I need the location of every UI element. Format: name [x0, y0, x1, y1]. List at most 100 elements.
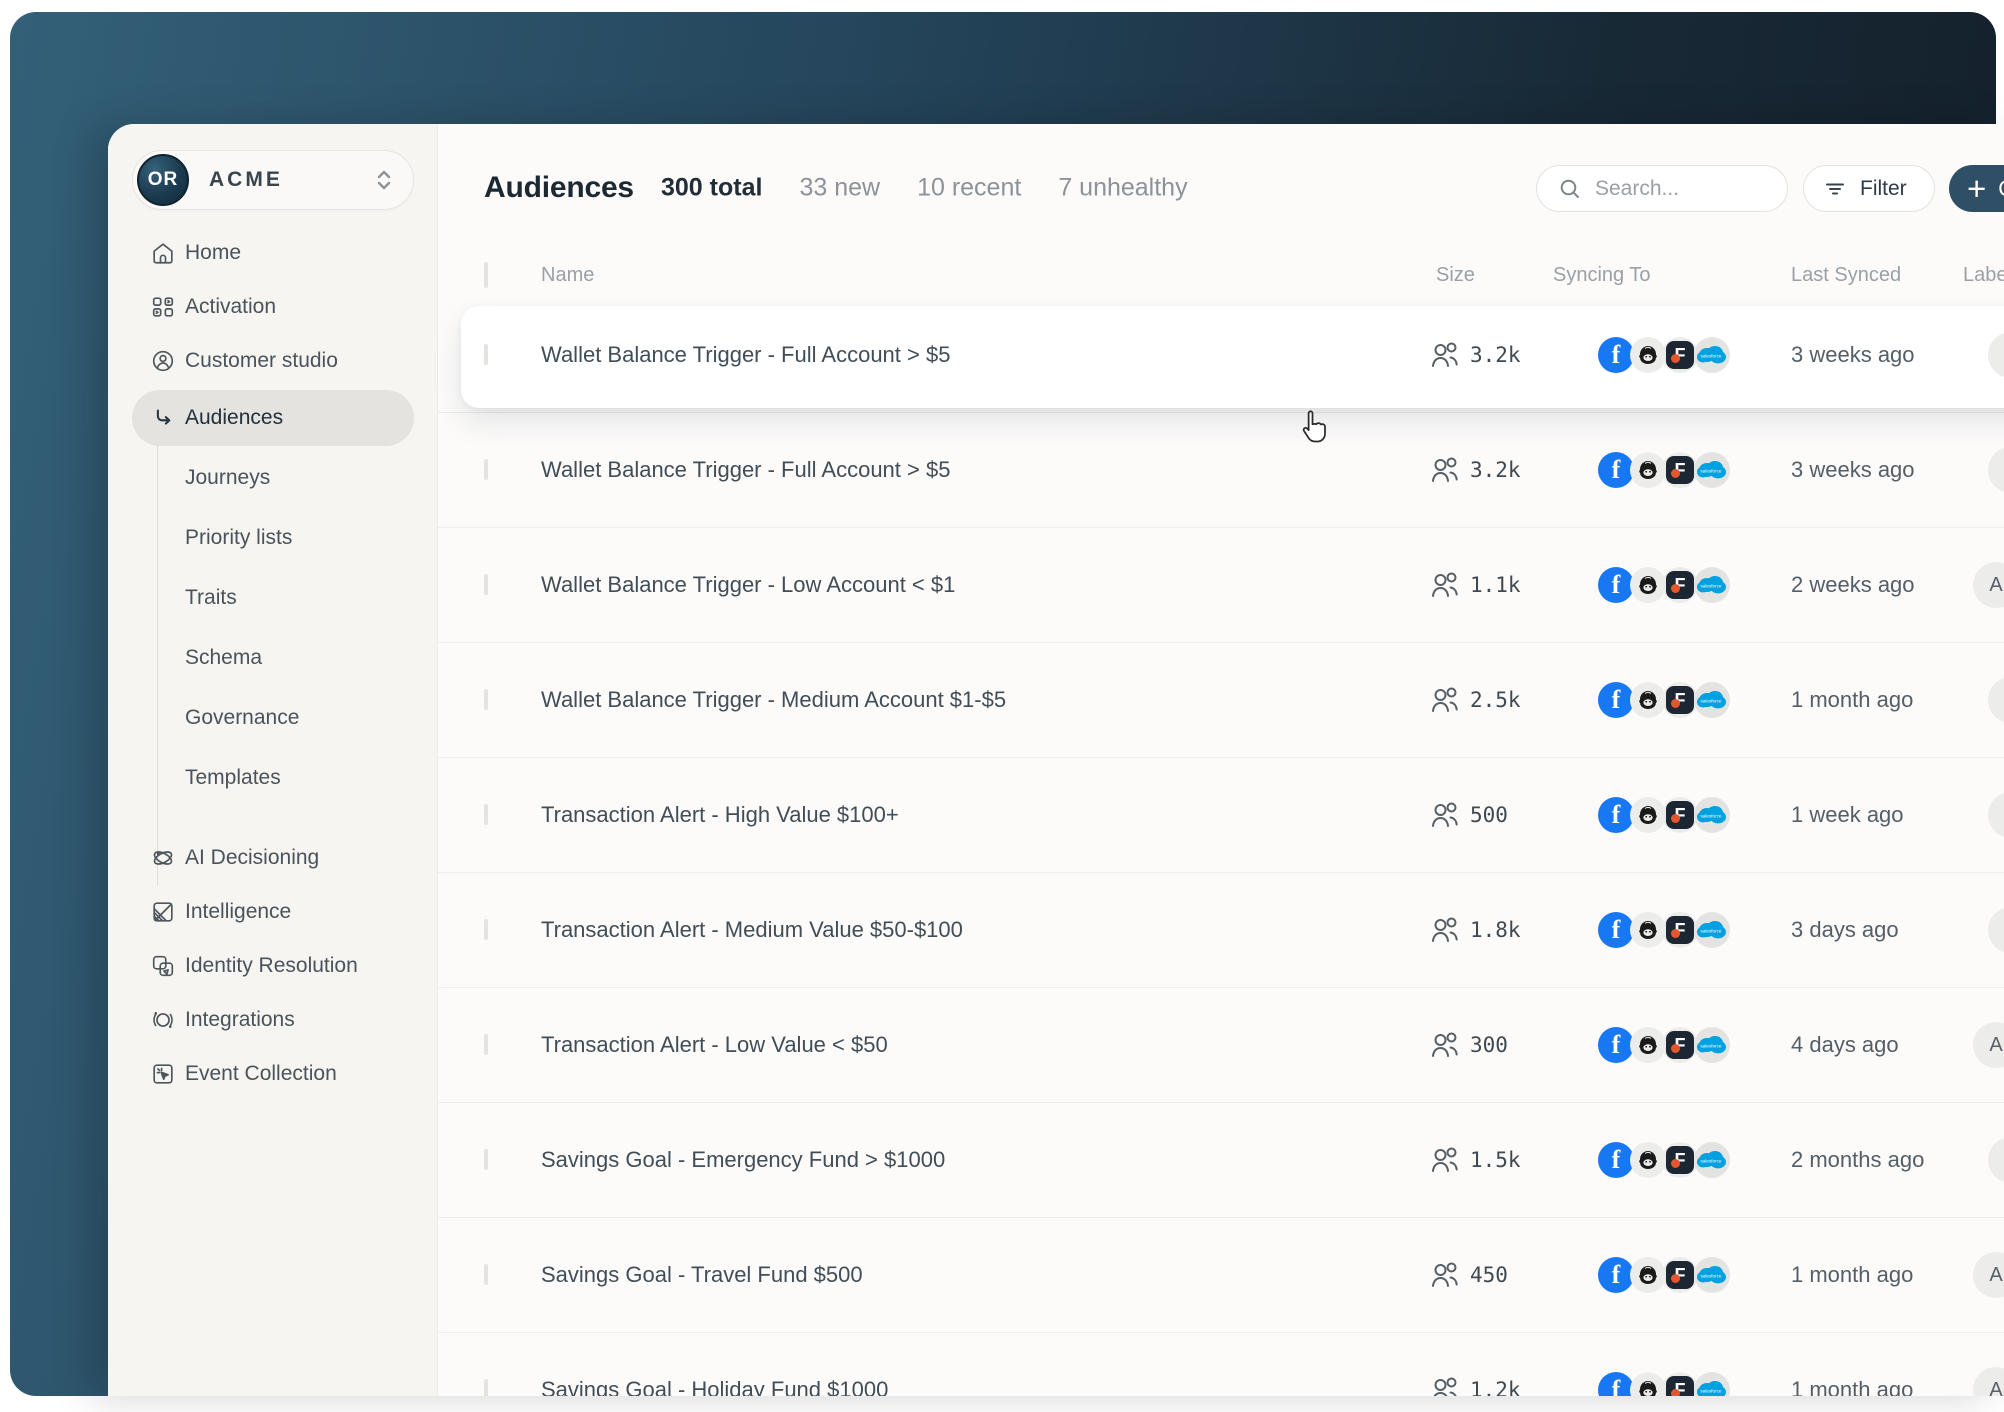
stat-total[interactable]: 300 total: [661, 174, 762, 203]
audience-name: Savings Goal - Travel Fund $500: [541, 1262, 863, 1287]
syncing-to-icons: f Fsalesforce: [1598, 1027, 1791, 1063]
row-checkbox[interactable]: [484, 574, 488, 595]
sidebar-item-label: Event Collection: [185, 1062, 337, 1085]
row-checkbox[interactable]: [484, 689, 488, 710]
sidebar-item-customer-studio[interactable]: Customer studio: [108, 334, 437, 388]
sidebar-item-traits[interactable]: Traits: [108, 568, 437, 628]
workspace-initials: OR: [147, 169, 179, 190]
last-synced: 3 days ago: [1791, 917, 1899, 942]
row-checkbox[interactable]: [484, 1034, 488, 1055]
table-row[interactable]: Savings Goal - Holiday Fund $1000 1.2k f…: [438, 1333, 2004, 1396]
last-synced: 1 month ago: [1791, 1262, 1914, 1287]
sidebar-item-governance[interactable]: Governance: [108, 688, 437, 748]
workspace-avatar: OR: [137, 154, 189, 206]
facebook-icon: f: [1598, 567, 1634, 603]
home-icon: [150, 240, 176, 266]
sidebar-item-integrations[interactable]: Integrations: [108, 993, 437, 1047]
mailchimp-icon: [1630, 452, 1666, 488]
filter-label: Filter: [1860, 176, 1907, 200]
stat-recent[interactable]: 10 recent: [917, 174, 1021, 203]
column-header-name: Name: [541, 263, 595, 286]
audience-name: Wallet Balance Trigger - Low Account < $…: [541, 572, 956, 597]
search-input[interactable]: Search...: [1536, 165, 1788, 212]
sidebar-item-home[interactable]: Home: [108, 226, 437, 280]
salesforce-icon: salesforce: [1694, 452, 1730, 488]
stat-unhealthy[interactable]: 7 unhealthy: [1058, 174, 1187, 203]
table-row[interactable]: Transaction Alert - High Value $100+ 500…: [438, 758, 2004, 873]
mailchimp-icon: [1630, 1027, 1666, 1063]
sidebar-item-activation[interactable]: Activation: [108, 280, 437, 334]
activation-icon: [150, 294, 176, 320]
audience-name: Savings Goal - Holiday Fund $1000: [541, 1377, 889, 1396]
workspace-switcher[interactable]: OR ACME: [132, 150, 414, 210]
column-header-syncing-to: Syncing To: [1553, 263, 1651, 286]
salesforce-icon: salesforce: [1694, 1372, 1730, 1396]
sidebar-item-event-collection[interactable]: Event Collection: [108, 1047, 437, 1101]
syncing-to-icons: f Fsalesforce: [1598, 337, 1791, 373]
last-synced: 1 month ago: [1791, 1377, 1914, 1396]
syncing-to-icons: f Fsalesforce: [1598, 797, 1791, 833]
column-header-last-synced: Last Synced: [1791, 263, 1902, 286]
stat-new[interactable]: 33 new: [799, 174, 880, 203]
facebook-icon: f: [1598, 797, 1634, 833]
audience-name: Wallet Balance Trigger - Full Account > …: [541, 342, 951, 367]
page-header: Audiences 300 total 33 new 10 recent 7 unhe…: [438, 124, 2004, 252]
event-collection-icon: [150, 1061, 176, 1087]
sidebar-nav: Home Activation Customer studio Audiences Jo…: [108, 226, 437, 1101]
chevron-updown-icon: [375, 167, 393, 193]
facebook-icon: f: [1598, 1027, 1634, 1063]
people-icon: [1430, 571, 1460, 599]
table-row[interactable]: Wallet Balance Trigger - Medium Account …: [438, 643, 2004, 758]
row-checkbox[interactable]: [484, 804, 488, 825]
row-checkbox[interactable]: [484, 344, 488, 365]
sidebar-item-ai-decisioning[interactable]: AI Decisioning: [108, 831, 437, 885]
sidebar-item-schema[interactable]: Schema: [108, 628, 437, 688]
facebook-icon: f: [1598, 1142, 1634, 1178]
table-row[interactable]: Wallet Balance Trigger - Low Account < $…: [438, 528, 2004, 643]
column-header-labels: Labels: [1963, 263, 2004, 286]
table-row[interactable]: Savings Goal - Travel Fund $500 450 f Fsa…: [438, 1218, 2004, 1333]
sidebar-item-priority-lists[interactable]: Priority lists: [108, 508, 437, 568]
audience-name: Transaction Alert - High Value $100+: [541, 802, 899, 827]
sidebar-item-label: Integrations: [185, 1008, 295, 1031]
mailchimp-icon: [1630, 1372, 1666, 1396]
salesforce-icon: salesforce: [1694, 797, 1730, 833]
filter-button[interactable]: Filter: [1803, 165, 1935, 212]
sidebar-item-label: Traits: [185, 586, 237, 609]
syncing-to-icons: f Fsalesforce: [1598, 567, 1791, 603]
people-icon: [1430, 686, 1460, 714]
table-row[interactable]: Transaction Alert - Medium Value $50-$10…: [438, 873, 2004, 988]
audience-size: 3.2k: [1470, 458, 1521, 482]
last-synced: 3 weeks ago: [1791, 457, 1915, 482]
sidebar-item-audiences[interactable]: Audiences: [132, 390, 414, 446]
row-checkbox[interactable]: [484, 1379, 488, 1396]
people-icon: [1430, 341, 1460, 369]
sidebar-item-label: Templates: [185, 766, 281, 789]
table-row[interactable]: Transaction Alert - Low Value < $50 300 …: [438, 988, 2004, 1103]
table-row[interactable]: Wallet Balance Trigger - Full Account > …: [438, 413, 2004, 528]
sidebar-item-identity-resolution[interactable]: Identity Resolution: [108, 939, 437, 993]
row-checkbox[interactable]: [484, 459, 488, 480]
row-checkbox[interactable]: [484, 1149, 488, 1170]
facebook-icon: f: [1598, 337, 1634, 373]
label-avatar: A: [1973, 1367, 2004, 1396]
label-avatar: C: [1988, 332, 2004, 378]
row-checkbox[interactable]: [484, 919, 488, 940]
audience-size: 2.5k: [1470, 688, 1521, 712]
add-button[interactable]: + C: [1949, 165, 2004, 212]
sidebar-item-intelligence[interactable]: Intelligence: [108, 885, 437, 939]
table-row[interactable]: Wallet Balance Trigger - Full Account > …: [438, 298, 2004, 413]
table-row[interactable]: Savings Goal - Emergency Fund > $1000 1.…: [438, 1103, 2004, 1218]
audience-size: 1.2k: [1470, 1378, 1521, 1396]
svg-text:salesforce: salesforce: [1701, 814, 1722, 819]
sidebar-item-journeys[interactable]: Journeys: [108, 448, 437, 508]
facebook-icon: f: [1598, 1257, 1634, 1293]
audience-name: Savings Goal - Emergency Fund > $1000: [541, 1147, 946, 1172]
row-checkbox[interactable]: [484, 1264, 488, 1285]
sidebar-item-templates[interactable]: Templates: [108, 748, 437, 808]
identity-resolution-icon: [150, 953, 176, 979]
audience-name: Wallet Balance Trigger - Medium Account …: [541, 687, 1007, 712]
f-logo-icon: F: [1662, 1257, 1698, 1293]
people-icon: [1430, 916, 1460, 944]
select-all-checkbox[interactable]: [484, 261, 488, 288]
